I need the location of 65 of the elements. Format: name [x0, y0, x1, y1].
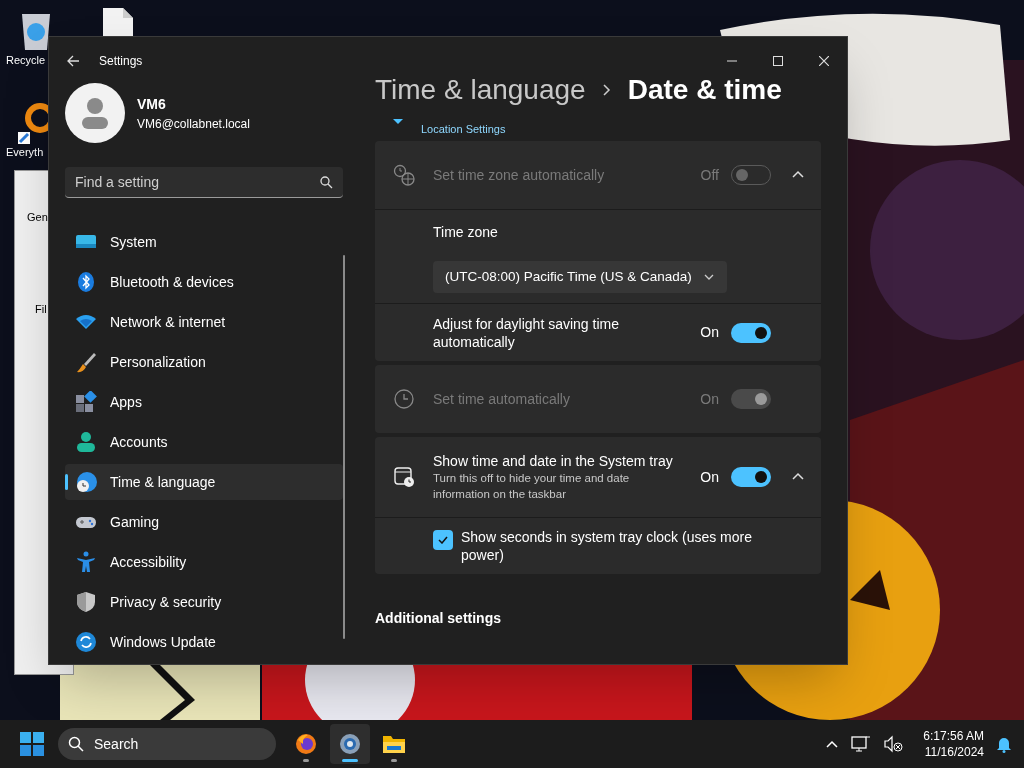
nav-item[interactable]: Apps	[65, 384, 343, 420]
maximize-icon	[773, 56, 783, 66]
nav-item[interactable]: Accounts	[65, 424, 343, 460]
checkbox-label: Show seconds in system tray clock (uses more power)	[461, 528, 753, 564]
paintbrush-icon	[75, 351, 97, 373]
nav-item[interactable]: Gaming	[65, 504, 343, 540]
toggle-switch[interactable]	[731, 467, 771, 487]
breadcrumb-link[interactable]: Time & language	[375, 69, 586, 111]
icon-label[interactable]: Recycle	[6, 52, 46, 69]
refresh-icon	[75, 631, 97, 653]
person-icon	[75, 431, 97, 453]
firefox-icon	[294, 732, 318, 756]
setting-title: Show time and date in the System tray	[433, 452, 674, 470]
checkmark-icon	[438, 536, 448, 544]
window-title: Settings	[99, 53, 143, 70]
shield-icon	[75, 591, 97, 613]
toggle-state-label: On	[700, 467, 719, 487]
user-name: VM6	[137, 94, 167, 114]
setting-title: Time zone	[433, 223, 499, 242]
nav-item[interactable]: Windows Update	[65, 624, 343, 660]
setting-title: Set time zone automatically	[433, 166, 606, 184]
nav-item[interactable]: Privacy & security	[65, 584, 343, 620]
globe-clock-icon	[393, 164, 415, 186]
location-icon	[393, 119, 403, 125]
avatar-icon	[65, 83, 125, 144]
speaker-muted-icon	[883, 735, 904, 753]
nav-item[interactable]: Accessibility	[65, 544, 343, 580]
icon-label[interactable]: Everyth	[6, 144, 44, 161]
setting-title: Adjust for daylight saving time automatically	[433, 314, 620, 351]
location-settings-link[interactable]: Location Settings	[421, 120, 506, 138]
setting-description: Turn this off to hide your time and date information on the taskbar	[433, 471, 631, 502]
nav-item[interactable]: Network & internet	[65, 304, 343, 340]
clock-icon	[393, 388, 415, 410]
window-tab-label: Gen	[27, 210, 48, 225]
search-icon	[68, 736, 84, 752]
field-label: Fil	[35, 302, 47, 317]
search-icon	[319, 175, 333, 190]
toggle-state-label: Off	[700, 165, 719, 185]
nav-item[interactable]: Bluetooth & devices	[65, 264, 343, 300]
network-icon	[851, 735, 872, 753]
scrollbar[interactable]	[343, 255, 345, 639]
setting-title: Set time automatically	[433, 390, 571, 408]
close-icon	[819, 56, 829, 66]
taskbar-app-button[interactable]	[330, 724, 370, 764]
user-email: VM6@collabnet.local	[137, 115, 250, 133]
search-field[interactable]: Search	[58, 728, 276, 760]
accessibility-icon	[75, 551, 97, 573]
globe-clock-icon	[75, 471, 97, 493]
back-arrow-icon	[65, 53, 81, 69]
clock-date[interactable]: 11/16/2024	[924, 744, 984, 760]
notification-bell-icon	[996, 735, 1012, 753]
calendar-clock-icon	[393, 466, 415, 488]
clock-time[interactable]: 6:17:56 AM	[923, 728, 984, 744]
apps-grid-icon	[75, 391, 97, 413]
search-field[interactable]: Find a setting	[65, 167, 343, 198]
page-title: Date & time	[627, 73, 782, 107]
nav-item[interactable]: Time & language	[65, 464, 343, 500]
checkbox[interactable]	[433, 530, 453, 550]
toggle-state-label: On	[700, 323, 719, 342]
nav-item[interactable]: Personalization	[65, 344, 343, 380]
toggle-state-label: On	[700, 389, 719, 409]
section-heading: Additional settings	[375, 609, 502, 628]
bluetooth-icon	[75, 271, 97, 293]
windows-start-icon	[20, 732, 44, 756]
nav-item[interactable]: System	[65, 224, 343, 260]
